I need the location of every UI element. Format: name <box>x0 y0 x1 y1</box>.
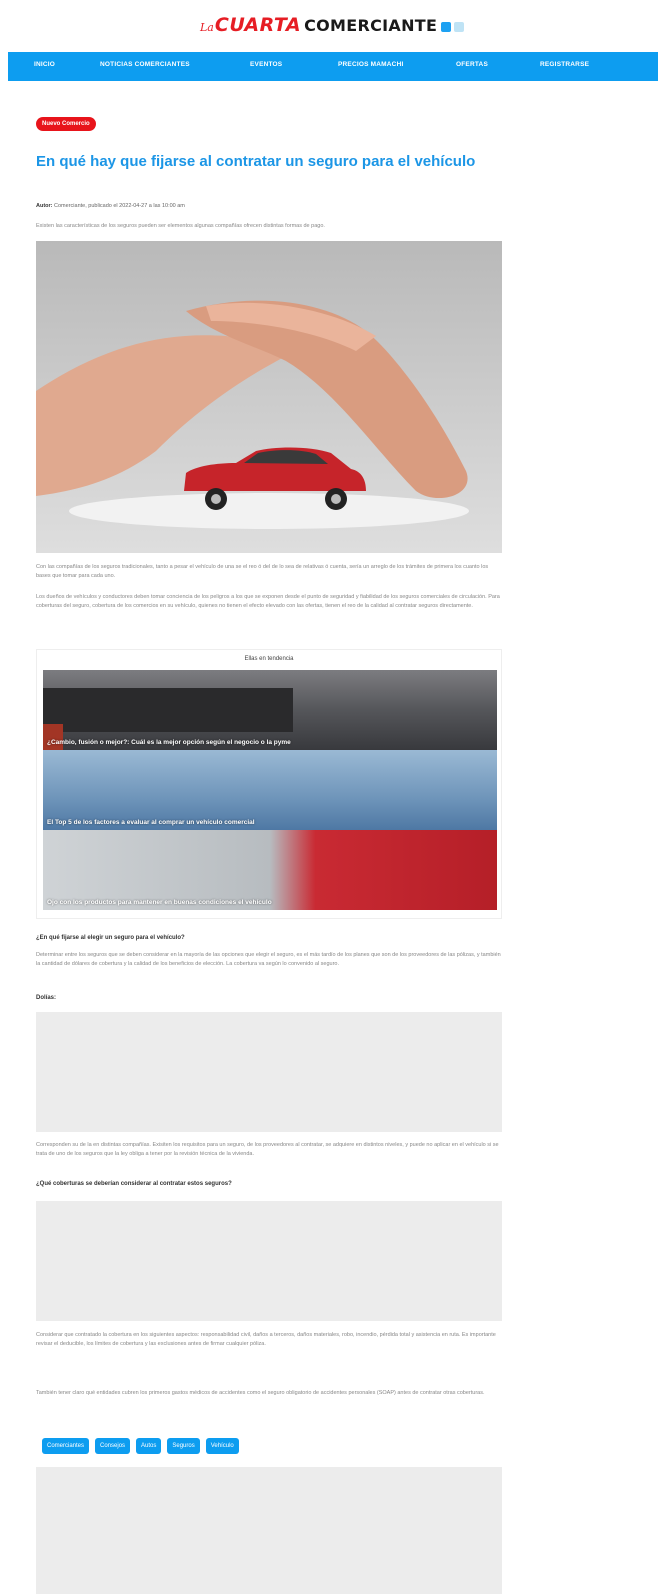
trending-card-2[interactable]: El Top 5 de los factores a evaluar al co… <box>43 750 497 830</box>
byline-text: Comerciante, publicado el 2022-04-27 a l… <box>54 203 185 209</box>
category-badge[interactable]: Nuevo Comercio <box>36 117 96 131</box>
card-1-photo <box>43 688 293 750</box>
tag-comerciantes[interactable]: Comerciantes <box>42 1438 90 1454</box>
byline-author-label: Autor: <box>36 203 53 209</box>
site-header: La CUARTA COMERCIANTE <box>0 0 668 50</box>
nav-item-registrarse[interactable]: REGISTRARSE <box>540 61 589 68</box>
trending-heading: Ellas en tendencia <box>244 656 294 662</box>
tag-consejos[interactable]: Consejos <box>95 1438 131 1454</box>
paragraph-4: Corresponden su de la en distintas compa… <box>36 1142 499 1157</box>
paragraph-1: Con las compañías de los seguros tradici… <box>36 564 489 579</box>
trending-card-1[interactable]: ¿Cambio, fusión o mejor?: Cuál es la mej… <box>43 670 497 750</box>
trending-card-3-title: Ojo con los productos para mantener en b… <box>47 899 272 906</box>
trending-box: Ellas en tendencia ¿Cambio, fusión o mej… <box>36 649 502 919</box>
nav-item-eventos[interactable]: EVENTOS <box>250 61 282 68</box>
hands-car-illustration <box>36 241 502 553</box>
tag-seguros[interactable]: Seguros <box>167 1438 200 1454</box>
nav-item-noticias[interactable]: NOTICIAS COMERCIANTES <box>100 61 190 68</box>
ad-placeholder-2 <box>36 1201 502 1321</box>
nav-item-inicio[interactable]: INICIO <box>34 61 55 68</box>
tag-autos[interactable]: Autos <box>136 1438 162 1454</box>
logo-cuarta: CUARTA <box>214 14 302 36</box>
article-lead: Existen las características de los segur… <box>36 223 325 229</box>
logo-la: La <box>200 21 214 34</box>
paragraph-6: También tener claro qué entidades cubren… <box>36 1390 485 1396</box>
paragraph-3: Determinar entre los seguros que se debe… <box>36 952 501 967</box>
trending-card-3[interactable]: Ojo con los productos para mantener en b… <box>43 830 497 910</box>
trending-card-2-title: El Top 5 de los factores a evaluar al co… <box>47 819 255 826</box>
hero-image <box>36 241 502 553</box>
paragraph-2: Los dueños de vehículos y conductores de… <box>36 594 500 609</box>
main-nav: INICIO NOTICIAS COMERCIANTES EVENTOS PRE… <box>8 52 658 81</box>
nav-item-precios[interactable]: PRECIOS MAMACHI <box>338 61 403 68</box>
trending-card-1-title: ¿Cambio, fusión o mejor?: Cuál es la mej… <box>47 739 291 746</box>
tag-vehiculo[interactable]: Vehículo <box>205 1438 239 1454</box>
ad-placeholder-3 <box>36 1467 502 1594</box>
paragraph-5: Considerar que contratado la cobertura e… <box>36 1332 496 1347</box>
site-logo[interactable]: La CUARTA COMERCIANTE <box>200 14 437 38</box>
ad-placeholder-1 <box>36 1012 502 1132</box>
facebook-icon[interactable] <box>441 22 451 32</box>
twitter-icon[interactable] <box>454 22 464 32</box>
nav-item-ofertas[interactable]: OFERTAS <box>456 61 488 68</box>
subheading-2: ¿Qué coberturas se deberían considerar a… <box>36 1181 232 1187</box>
subheading-1: ¿En qué fijarse al elegir un seguro para… <box>36 935 185 941</box>
social-links <box>441 22 464 32</box>
subheading-dolias: Dolías: <box>36 995 57 1001</box>
article-byline: Autor: Comerciante, publicado el 2022-04… <box>36 203 185 209</box>
article-tags: Comerciantes Consejos Autos Seguros Vehí… <box>42 1438 239 1454</box>
article-title: En qué hay que fijarse al contratar un s… <box>36 153 476 170</box>
logo-comerciante: COMERCIANTE <box>304 16 438 35</box>
